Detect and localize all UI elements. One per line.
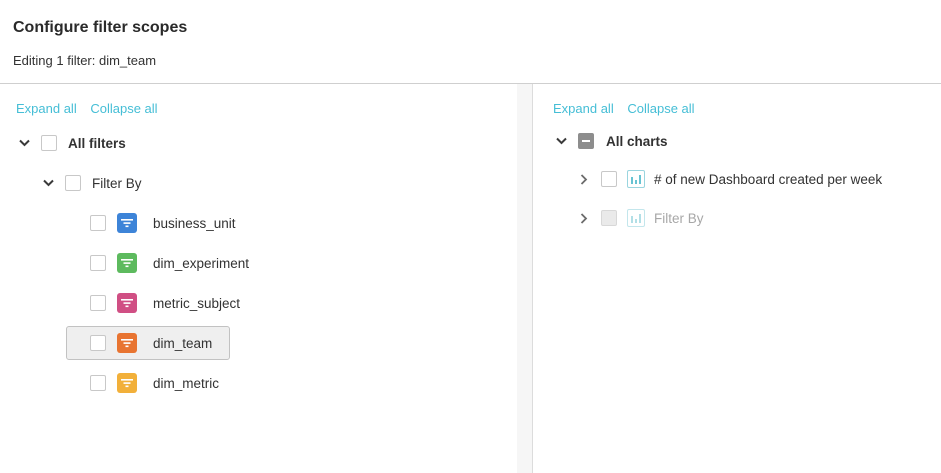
bar-chart-icon — [627, 170, 645, 188]
filter-item-dim-metric[interactable]: dim_metric — [90, 367, 219, 399]
chart-item-filter-by[interactable]: Filter By — [577, 202, 704, 234]
charts-tree-pane: Expand all Collapse all All charts # of … — [533, 84, 941, 473]
all-charts-label: All charts — [606, 133, 668, 149]
filters-collapse-all-link[interactable]: Collapse all — [90, 101, 157, 116]
charts-tree-actions: Expand all Collapse all — [553, 101, 705, 116]
chart-checkbox[interactable] — [601, 171, 617, 187]
filter-item-dim-experiment[interactable]: dim_experiment — [90, 247, 249, 279]
modal-subtitle: Editing 1 filter: dim_team — [13, 53, 157, 68]
filter-item-metric-subject[interactable]: metric_subject — [90, 287, 240, 319]
filter-checkbox[interactable] — [90, 375, 106, 391]
filters-tree-pane: Expand all Collapse all All filters Filt… — [0, 84, 517, 473]
all-charts-checkbox[interactable] — [578, 133, 594, 149]
filter-checkbox[interactable] — [90, 215, 106, 231]
filter-label: dim_metric — [153, 375, 220, 391]
charts-expand-all-link[interactable]: Expand all — [553, 101, 614, 116]
filter-checkbox[interactable] — [90, 255, 106, 271]
filter-icon — [117, 373, 137, 393]
filter-icon — [117, 213, 137, 233]
filter-by-checkbox[interactable] — [65, 175, 81, 191]
chevron-right-icon[interactable] — [577, 211, 591, 225]
chart-checkbox-disabled — [601, 210, 617, 226]
modal-title: Configure filter scopes — [13, 19, 188, 36]
chevron-right-icon[interactable] — [577, 172, 591, 186]
pane-splitter[interactable] — [517, 84, 533, 473]
tree-node-all-filters[interactable]: All filters — [17, 127, 126, 159]
tree-node-filter-by[interactable]: Filter By — [41, 167, 142, 199]
filter-icon — [117, 293, 137, 313]
filters-expand-all-link[interactable]: Expand all — [16, 101, 77, 116]
filter-label: dim_experiment — [153, 255, 250, 271]
chevron-down-icon[interactable] — [554, 134, 568, 148]
chevron-down-icon[interactable] — [41, 176, 55, 190]
chart-label: Filter By — [654, 210, 704, 226]
all-filters-label: All filters — [68, 135, 126, 151]
bar-chart-icon — [627, 209, 645, 227]
filters-tree-actions: Expand all Collapse all — [16, 101, 168, 116]
filter-item-business-unit[interactable]: business_unit — [90, 207, 236, 239]
filter-item-dim-team[interactable]: dim_team — [90, 327, 212, 359]
modal-header: Configure filter scopes Editing 1 filter… — [0, 0, 941, 84]
filter-label: business_unit — [153, 215, 236, 231]
charts-collapse-all-link[interactable]: Collapse all — [627, 101, 694, 116]
tree-node-all-charts[interactable]: All charts — [554, 125, 668, 157]
filter-checkbox[interactable] — [90, 335, 106, 351]
all-filters-checkbox[interactable] — [41, 135, 57, 151]
filter-checkbox[interactable] — [90, 295, 106, 311]
filter-label: dim_team — [153, 335, 213, 351]
filter-icon — [117, 253, 137, 273]
filter-label: metric_subject — [153, 295, 241, 311]
filter-icon — [117, 333, 137, 353]
chevron-down-icon[interactable] — [17, 136, 31, 150]
chart-item-new-dashboard[interactable]: # of new Dashboard created per week — [577, 163, 882, 195]
filter-by-label: Filter By — [92, 175, 142, 191]
chart-label: # of new Dashboard created per week — [654, 171, 883, 187]
